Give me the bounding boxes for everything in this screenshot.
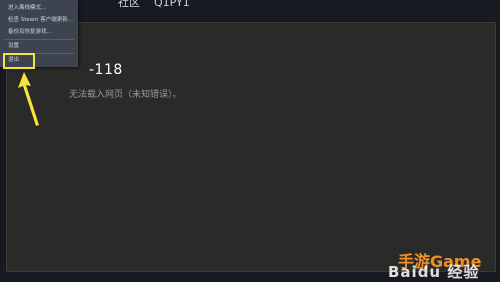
highlight-box bbox=[3, 53, 35, 69]
menu-item-label: 备份及恢复游戏... bbox=[8, 29, 52, 35]
top-nav: 社区 Q1PY1 bbox=[118, 0, 190, 12]
browser-error-panel: -118 无法载入网页（未知错误）。 bbox=[6, 22, 496, 272]
pointer-arrow-icon bbox=[18, 72, 39, 126]
watermark-baidu: Baidu 经验 bbox=[388, 263, 480, 281]
menu-item-settings[interactable]: 设置 bbox=[0, 40, 78, 52]
nav-username[interactable]: Q1PY1 bbox=[154, 0, 190, 12]
menu-item-check-updates[interactable]: 检查 Steam 客户端更新... bbox=[0, 14, 78, 26]
error-code: -118 bbox=[89, 62, 123, 78]
menu-item-label: 检查 Steam 客户端更新... bbox=[8, 17, 74, 23]
error-message: 无法载入网页（未知错误）。 bbox=[69, 90, 182, 100]
nav-community[interactable]: 社区 bbox=[118, 0, 140, 12]
menu-item-backup-restore[interactable]: 备份及恢复游戏... bbox=[0, 26, 78, 38]
menu-item-offline[interactable]: 进入离线模式... bbox=[0, 2, 78, 14]
menu-item-label: 设置 bbox=[8, 43, 20, 49]
menu-item-label: 进入离线模式... bbox=[8, 5, 47, 11]
